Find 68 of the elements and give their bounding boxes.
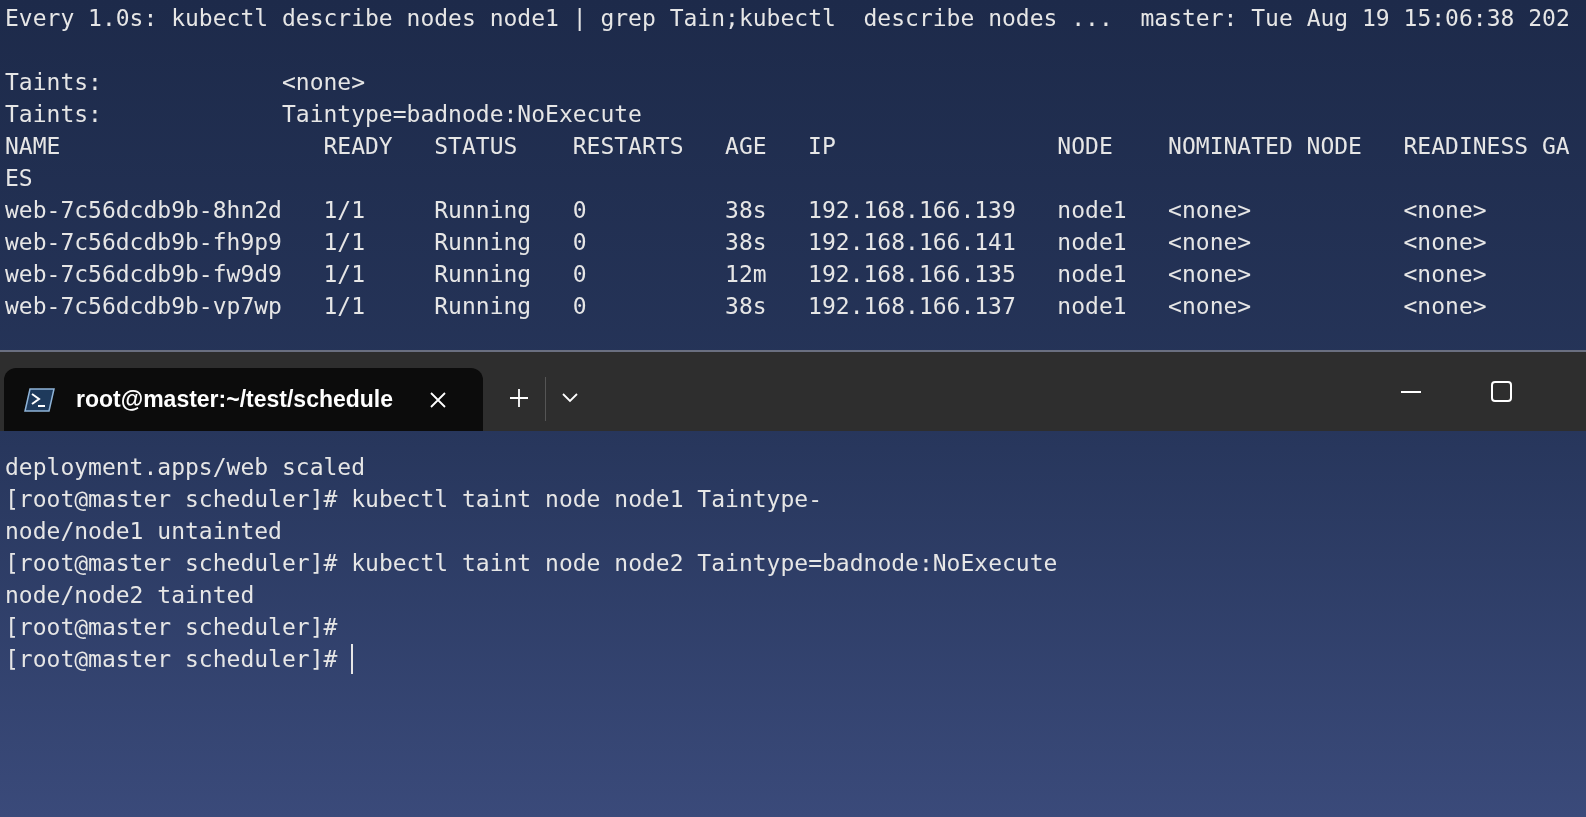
- close-icon: [429, 390, 448, 409]
- column-header: READY: [323, 132, 394, 161]
- table-cell-text: 0: [572, 260, 588, 289]
- watch-header: Every 1.0s: kubectl describe nodes node1 | grep Tain;kubectl describe nodes ... master: Tue Aug 19 15:06:38 202: [5, 4, 1570, 33]
- table-cell-text: web-7c56dcdb9b-vp7wp: [5, 292, 283, 321]
- table-cell-text: 192.168.166.135: [808, 260, 1017, 289]
- table-cell-text: <none>: [1403, 196, 1487, 225]
- table-cell-text: Running: [434, 196, 533, 225]
- table-cell-text: node1: [1057, 260, 1128, 289]
- table-cell-text: 1/1: [323, 228, 367, 257]
- table-cell-text: <none>: [1168, 260, 1253, 289]
- table-cell-text: 192.168.166.139: [808, 196, 1017, 225]
- shell-prompt: [root@master scheduler]#: [5, 549, 338, 578]
- column-header: IP: [808, 132, 837, 161]
- table-cell-text: <none>: [1168, 196, 1253, 225]
- maximize-icon: [1490, 381, 1512, 402]
- table-cell-text: 1/1: [323, 292, 367, 321]
- table-cell-text: <none>: [1168, 292, 1253, 321]
- plus-icon: [509, 387, 530, 408]
- table-cell-text: web-7c56dcdb9b-fh9p9: [5, 228, 283, 257]
- output-text: node/node1 untainted: [5, 517, 282, 546]
- command-text: kubectl taint node node1 Taintype-: [351, 485, 822, 514]
- shell-prompt: [root@master scheduler]#: [5, 645, 338, 674]
- chevron-down-icon: [562, 392, 579, 403]
- table-cell-text: <none>: [1403, 292, 1487, 321]
- column-header: AGE: [725, 132, 768, 161]
- command-text: kubectl taint node node2 Taintype=badnode:NoExecute: [351, 549, 1058, 578]
- table-cell-text: web-7c56dcdb9b-fw9d9: [5, 260, 283, 289]
- table-cell-text: 192.168.166.137: [808, 292, 1017, 321]
- column-header: RESTARTS: [572, 132, 685, 161]
- output-text: deployment.apps/web scaled: [5, 453, 366, 482]
- minimize-icon: [1401, 390, 1421, 393]
- table-cell-text: node1: [1057, 228, 1128, 257]
- table-cell-text: Running: [434, 228, 533, 257]
- tab-title: root@master:~/test/schedule: [76, 386, 394, 413]
- shell-prompt: [root@master scheduler]#: [5, 613, 338, 642]
- table-cell-text: <none>: [1403, 260, 1487, 289]
- column-header: READINESS GA: [1403, 132, 1570, 161]
- column-header: STATUS: [434, 132, 519, 161]
- taint-label: Taints:: [5, 68, 103, 97]
- terminal-icon: [24, 387, 56, 412]
- table-cell-text: node1: [1057, 196, 1128, 225]
- table-cell-text: 192.168.166.141: [808, 228, 1017, 257]
- table-cell-text: 38s: [725, 196, 768, 225]
- table-cell-text: 0: [572, 228, 588, 257]
- terminal-tab[interactable]: root@master:~/test/schedule: [4, 368, 484, 431]
- table-cell-text: 38s: [725, 228, 768, 257]
- table-cell-text: Running: [434, 292, 533, 321]
- column-header: NODE: [1057, 132, 1114, 161]
- column-header-wrap: ES: [5, 164, 33, 193]
- taint-label: Taints:: [5, 100, 103, 129]
- table-cell-text: node1: [1057, 292, 1128, 321]
- output-text: node/node2 tainted: [5, 581, 255, 610]
- table-cell-text: Running: [434, 260, 533, 289]
- table-cell-text: <none>: [1403, 228, 1487, 257]
- table-cell-text: web-7c56dcdb9b-8hn2d: [5, 196, 283, 225]
- column-header: NOMINATED NODE: [1168, 132, 1363, 161]
- table-cell-text: 0: [572, 196, 588, 225]
- taint-value: <none>: [281, 68, 366, 97]
- taint-value: Taintype=badnode:NoExecute: [281, 100, 642, 129]
- table-cell-text: 38s: [725, 292, 768, 321]
- table-cell-text: 1/1: [323, 260, 367, 289]
- shell-prompt: [root@master scheduler]#: [5, 485, 338, 514]
- table-cell-text: 1/1: [323, 196, 367, 225]
- column-header: NAME: [5, 132, 62, 161]
- table-cell-text: <none>: [1168, 228, 1253, 257]
- table-cell-text: 0: [572, 292, 588, 321]
- table-cell-text: 12m: [725, 260, 768, 289]
